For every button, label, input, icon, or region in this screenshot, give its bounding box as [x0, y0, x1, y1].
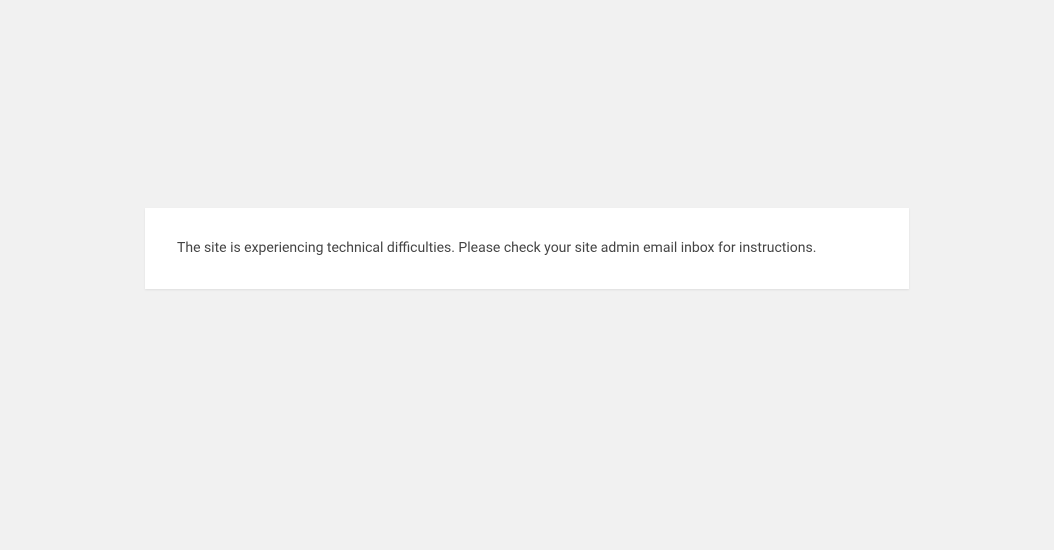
error-box: The site is experiencing technical diffi…: [145, 208, 909, 289]
error-message: The site is experiencing technical diffi…: [177, 238, 877, 259]
